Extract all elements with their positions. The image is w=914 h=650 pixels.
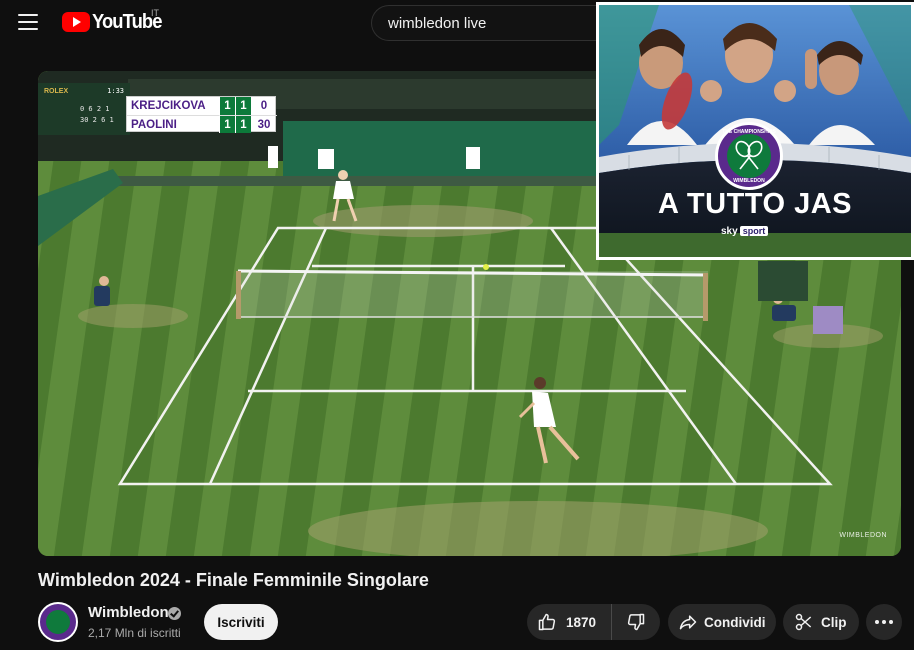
subscriber-count: 2,17 Mln di iscritti [88,626,181,640]
score-overlay: KREJCIKOVA 1 1 0 PAOLINI 1 1 30 [126,96,277,133]
broadcast-watermark: WIMBLEDON [839,532,887,539]
player-2-set-2: 1 [235,115,251,133]
dislike-button[interactable] [612,604,660,640]
sky-sport-logo: sky sport [721,224,769,238]
court-clock-board: ROLEX 1:33 0 6 2 1 30 2 6 1 [38,83,130,135]
player-2-name: PAOLINI [127,115,219,133]
like-button[interactable]: 1870 [527,604,612,640]
promo-title: A TUTTO JAS [657,188,852,220]
player-2-points: 30 [251,115,277,133]
player-1-set-2: 1 [235,97,251,115]
seal-text-bottom: WIMBLEDON [733,178,765,184]
menu-icon[interactable] [18,14,38,30]
country-code: IT [151,8,159,18]
clock-row-2: 30 2 6 1 [80,116,114,124]
thumbs-down-icon [627,613,645,631]
more-dots-icon [875,620,893,624]
clip-button[interactable]: Clip [783,604,859,640]
share-icon [679,615,697,630]
player-2-set-1: 1 [219,115,235,133]
subscribe-button[interactable]: Iscriviti [204,604,278,640]
verified-badge-icon [168,607,181,620]
like-count: 1870 [566,614,597,630]
search-input[interactable] [388,14,611,32]
player-1-points: 0 [260,100,268,112]
search-box[interactable] [371,5,611,41]
like-dislike-group: 1870 [527,604,660,640]
more-actions-button[interactable] [866,604,902,640]
sport-logo-tag: sport [739,226,769,236]
wimbledon-logo-icon [46,610,70,634]
clock-time: 1:33 [107,87,124,95]
sky-logo-text: sky [721,225,738,237]
share-button[interactable]: Condividi [668,604,776,640]
rolex-brand: ROLEX [44,88,69,95]
share-label: Condividi [704,614,766,630]
channel-avatar[interactable] [38,602,78,642]
clock-row-1: 0 6 2 1 [80,105,110,113]
scissors-icon [795,613,812,631]
promo-image: THE CHAMPIONSHIPS WIMBLEDON A TUTTO JAS … [596,2,914,260]
video-title: Wimbledon 2024 - Finale Femminile Singol… [38,570,429,590]
channel-name[interactable]: Wimbledon [88,604,169,621]
wimbledon-seal-logo: THE CHAMPIONSHIPS WIMBLEDON [715,122,783,190]
player-1-name: KREJCIKOVA [131,100,206,112]
thumbs-up-icon [538,613,556,631]
player-1-set-1: 1 [219,97,235,115]
clip-label: Clip [821,614,847,630]
play-logo-icon [62,12,90,32]
crossed-rackets-icon [727,134,771,178]
